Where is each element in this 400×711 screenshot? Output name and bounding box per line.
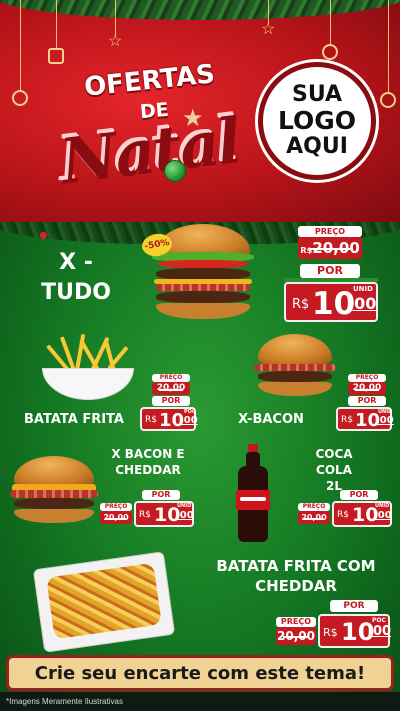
- ornament-string: [388, 0, 389, 92]
- product-name-batata: BATATA FRITA: [24, 412, 124, 427]
- price-cents: ,00: [176, 510, 194, 521]
- product-name-line: BATATA FRITA COM: [216, 557, 376, 575]
- price-cents: ,00: [374, 510, 392, 521]
- product-name-coca: COCA COLA 2L: [296, 446, 372, 494]
- logo-text-line: SUA: [291, 82, 343, 107]
- price-tag-xbacon: PREÇO 20,00 POR R$ 10 ,00 UNID: [336, 374, 394, 434]
- strikethrough-line: [105, 517, 127, 520]
- header-banner: ☆ ☆ OFERTAS DE ★ Natal SUA LOGO AQUI: [0, 0, 400, 222]
- old-price: 20,00: [298, 511, 330, 524]
- new-price: R$ 10 ,00 UNID: [336, 407, 394, 431]
- new-price: R$ 10 ,00 UNID: [332, 501, 392, 527]
- old-price-label: PREÇO: [276, 617, 316, 627]
- strikethrough-line: [303, 517, 325, 520]
- logo-placeholder[interactable]: SUA LOGO AQUI: [258, 62, 376, 180]
- product-name-xbacon-cheddar: X BACON E CHEDDAR: [100, 446, 196, 478]
- new-price-label: POR: [330, 600, 378, 612]
- logo-text-line: LOGO: [277, 106, 357, 135]
- christmas-garland-top: [0, 0, 400, 20]
- title-natal: Natal: [54, 101, 241, 196]
- product-name-line: TUDO: [41, 280, 111, 305]
- old-price: 20,00: [348, 382, 386, 395]
- price-cents: ,00: [180, 415, 198, 426]
- old-price: 20,00: [152, 382, 190, 395]
- ornament-ball-icon: [380, 92, 396, 108]
- star-ornament-icon: ☆: [108, 33, 123, 50]
- offer-title: OFERTAS DE ★ Natal: [22, 59, 241, 195]
- ornament-string: [115, 0, 116, 36]
- old-price-label: PREÇO: [348, 374, 386, 382]
- coca-cola-bottle-image: [236, 444, 270, 542]
- price-tag-coca: POR PREÇO 20,00 R$ 10 ,00 UNID: [298, 490, 394, 530]
- currency: R$: [292, 297, 310, 312]
- currency: R$: [300, 245, 313, 255]
- new-price: R$ 10 ,00 UNID: [134, 501, 194, 527]
- price-tag-xbacon-cheddar: POR PREÇO 20,00 R$ 10 ,00 UNID: [100, 490, 196, 530]
- menu-area: X - TUDO -50% PREÇO R$20,00 POR R$ 10 ,0…: [0, 222, 400, 711]
- currency: R$: [341, 415, 353, 425]
- price-tag-xtudo: PREÇO R$20,00 POR R$ 10 ,00 UNID: [284, 226, 378, 326]
- product-name-line: X -: [59, 250, 93, 275]
- price-unit: UNID: [378, 409, 393, 415]
- old-price: 20,00: [276, 627, 316, 645]
- new-price: R$ 10 ,00 POC: [140, 407, 198, 431]
- ornament-ball-icon: [322, 44, 338, 60]
- currency: R$: [145, 415, 157, 425]
- new-price-label: POR: [300, 264, 360, 278]
- new-price-label: POR: [152, 396, 190, 406]
- product-name-line: CHEDDAR: [255, 577, 337, 595]
- star-ornament-icon: ☆: [261, 21, 276, 38]
- currency: R$: [337, 510, 349, 520]
- product-name-line: X BACON E: [111, 447, 185, 461]
- fries-cheddar-image: [32, 551, 176, 653]
- old-price-label: PREÇO: [100, 503, 132, 511]
- new-price-label: POR: [142, 490, 180, 500]
- product-name-line: CHEDDAR: [115, 463, 181, 477]
- price-cents: ,00: [368, 624, 392, 639]
- cta-banner[interactable]: Crie seu encarte com este tema!: [6, 655, 394, 691]
- green-ornament-ball-icon: [164, 160, 186, 182]
- old-price: 20,00: [100, 511, 132, 524]
- currency: R$: [139, 510, 151, 520]
- price-unit: UNID: [375, 503, 390, 509]
- ornament-string: [56, 0, 57, 48]
- price-unit: POC: [372, 617, 386, 624]
- disclaimer: *Imagens Meramente Ilustrativas: [0, 692, 400, 711]
- price-tag-batata-cheddar: POR PREÇO 20,00 R$ 10 ,00 POC: [274, 600, 392, 652]
- price-unit: UNID: [177, 503, 192, 509]
- currency: R$: [323, 626, 338, 639]
- product-name-xbacon: X-BACON: [238, 412, 304, 427]
- product-name-batata-cheddar: BATATA FRITA COM CHEDDAR: [204, 556, 388, 596]
- old-price-label: PREÇO: [152, 374, 190, 382]
- ornament-string: [20, 0, 21, 90]
- xbacon-burger-image: [252, 334, 338, 398]
- price-tag-batata: PREÇO 20,00 POR R$ 10 ,00 POC: [140, 374, 198, 434]
- ornament-string: [330, 0, 331, 44]
- logo-text-line: AQUI: [286, 134, 348, 159]
- old-price-label: PREÇO: [298, 226, 362, 237]
- berry-icon: [40, 232, 47, 239]
- old-price-label: PREÇO: [298, 503, 330, 511]
- strikethrough-line: [158, 388, 184, 391]
- old-price: R$20,00: [298, 237, 362, 259]
- new-price-label: POR: [348, 396, 386, 406]
- new-price: R$ 10 ,00 UNID: [284, 282, 378, 322]
- strikethrough-line: [309, 248, 351, 250]
- new-price-label: POR: [340, 490, 378, 500]
- price-unit: UNID: [353, 285, 373, 293]
- product-name-xtudo: X - TUDO: [34, 248, 118, 308]
- title-ofertas: OFERTAS: [82, 59, 217, 103]
- xbacon-cheddar-burger-image: [8, 456, 100, 524]
- strikethrough-line: [354, 388, 380, 391]
- fries-image: [40, 333, 136, 402]
- price-cents: ,00: [376, 415, 394, 426]
- price-unit: POC: [184, 409, 196, 415]
- price-cents: ,00: [348, 294, 377, 313]
- strikethrough-line: [283, 636, 309, 638]
- product-name-line: COCA COLA: [315, 447, 353, 477]
- new-price: R$ 10 ,00 POC: [318, 614, 392, 648]
